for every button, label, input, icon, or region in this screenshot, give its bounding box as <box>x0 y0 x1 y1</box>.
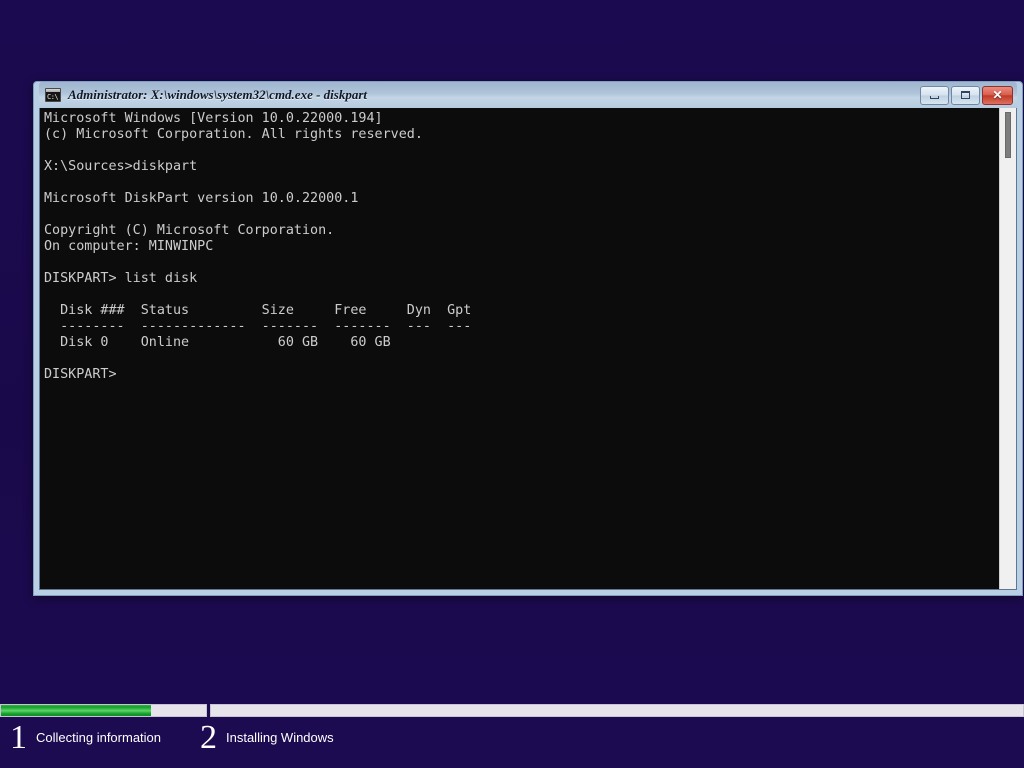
maximize-icon <box>961 91 970 99</box>
windows-setup-progress-footer: 1 Collecting information 2 Installing Wi… <box>0 700 1024 768</box>
command-prompt-window[interactable]: Administrator: X:\windows\system32\cmd.e… <box>33 81 1023 596</box>
close-button[interactable]: ✕ <box>982 86 1013 105</box>
window-controls: ✕ <box>920 86 1015 105</box>
step-label: Installing Windows <box>226 718 334 745</box>
progress-bars <box>0 704 1024 717</box>
step-number: 2 <box>200 718 226 758</box>
desktop-background: Administrator: X:\windows\system32\cmd.e… <box>0 0 1024 768</box>
minimize-icon <box>930 96 939 99</box>
close-icon: ✕ <box>992 89 1002 101</box>
setup-step-2: 2 Installing Windows <box>200 718 334 758</box>
console-vertical-scrollbar[interactable] <box>999 108 1016 589</box>
step-label: Collecting information <box>36 718 161 745</box>
progress-track-step-2 <box>210 704 1024 717</box>
setup-steps: 1 Collecting information 2 Installing Wi… <box>0 718 1024 768</box>
cmd-console-icon <box>45 88 61 102</box>
setup-step-1: 1 Collecting information <box>10 718 161 758</box>
step-number: 1 <box>10 718 36 758</box>
progress-track-step-1 <box>0 704 207 717</box>
scrollbar-thumb[interactable] <box>1005 112 1011 158</box>
console-output-text[interactable]: Microsoft Windows [Version 10.0.22000.19… <box>40 108 999 589</box>
minimize-button[interactable] <box>920 86 949 105</box>
window-title: Administrator: X:\windows\system32\cmd.e… <box>68 87 367 103</box>
window-titlebar[interactable]: Administrator: X:\windows\system32\cmd.e… <box>39 82 1017 108</box>
progress-fill-step-1 <box>1 705 151 716</box>
maximize-button[interactable] <box>951 86 980 105</box>
console-body[interactable]: Microsoft Windows [Version 10.0.22000.19… <box>39 108 1017 590</box>
